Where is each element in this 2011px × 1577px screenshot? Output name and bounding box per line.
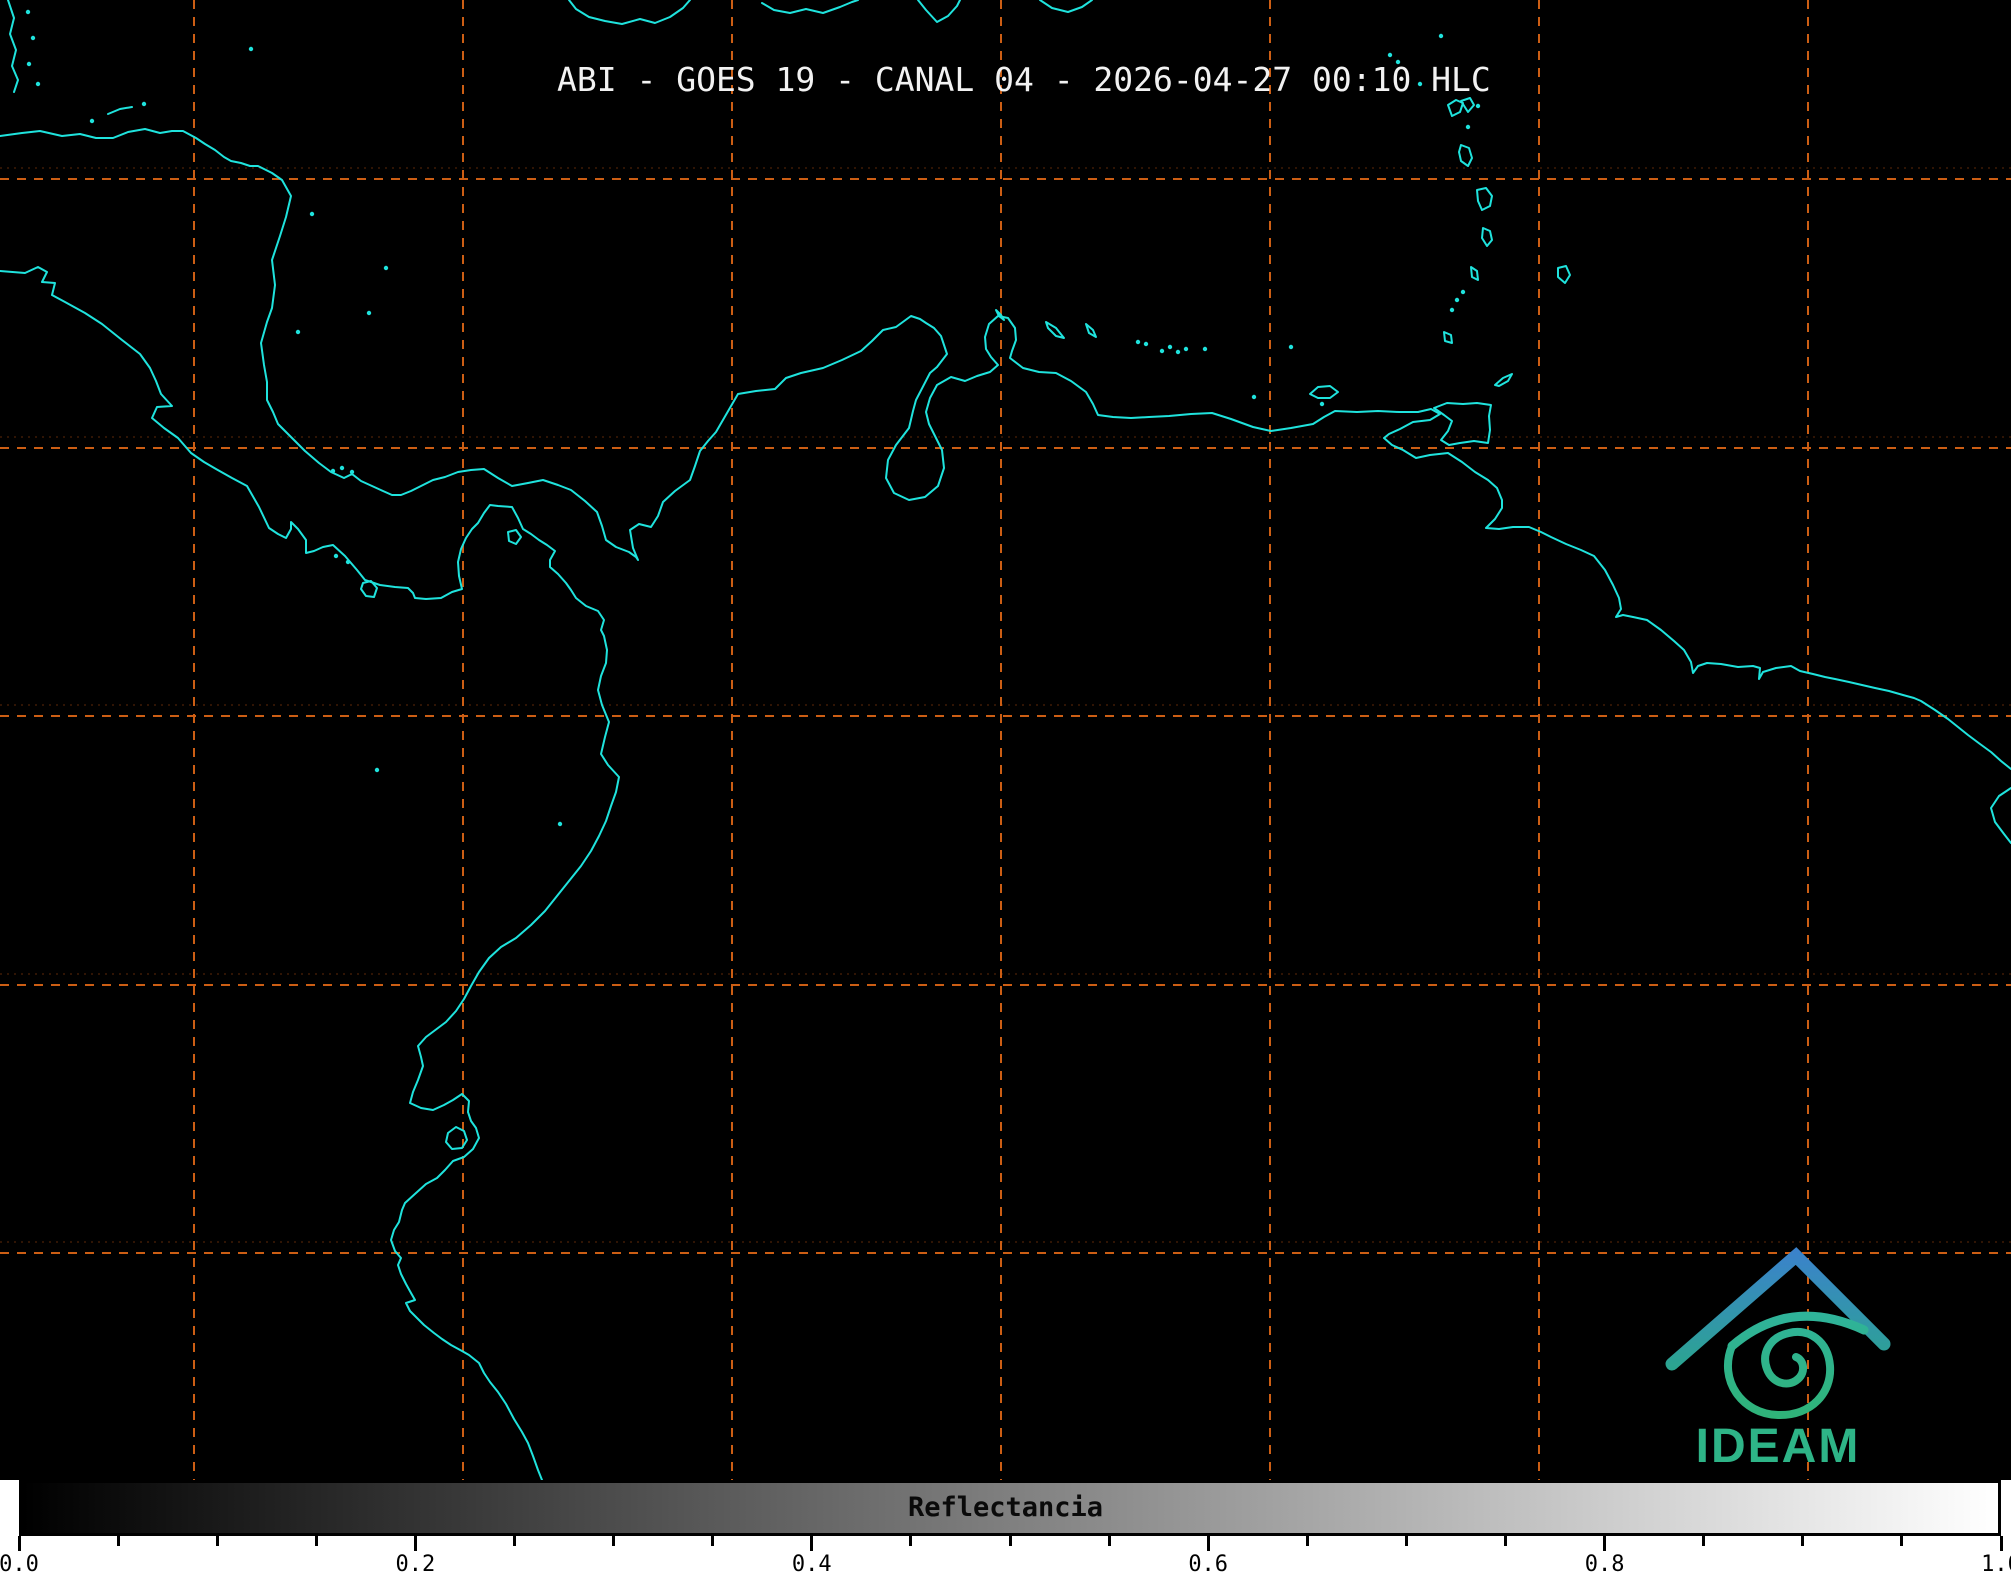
logo-swirl-icon — [1723, 1327, 1835, 1420]
island-dot — [1135, 339, 1141, 345]
coastline-path — [445, 1126, 468, 1150]
colorbar-tick — [17, 1536, 21, 1551]
coastline-path — [1460, 97, 1475, 113]
island-dot — [1143, 341, 1149, 347]
island-dot — [333, 553, 339, 559]
colorbar-label: Reflectancia — [907, 1492, 1104, 1523]
island-dot — [1387, 52, 1393, 58]
colorbar-tick — [711, 1536, 715, 1546]
colorbar-tick — [215, 1536, 219, 1546]
colorbar-tick — [116, 1536, 120, 1546]
island-dot — [1183, 346, 1189, 352]
colorbar-tick — [1305, 1536, 1309, 1546]
colorbar-tick-label: 0.0 — [0, 1552, 39, 1577]
island-dot — [345, 559, 351, 565]
colorbar-tick — [1603, 1536, 1607, 1551]
island-dot — [349, 469, 355, 475]
colorbar-tick — [1504, 1536, 1507, 1546]
coastline-path — [568, 0, 691, 25]
coastline-path — [107, 106, 133, 115]
satellite-map: ABI - GOES 19 - CANAL 04 - 2026-04-27 00… — [0, 0, 2011, 1480]
colorbar-tick-label: 0.8 — [1584, 1552, 1625, 1577]
island-dot — [1475, 103, 1481, 109]
coastline-path — [1045, 321, 1065, 339]
island-dot — [1175, 349, 1181, 355]
island-dot — [1202, 346, 1208, 352]
colorbar-tick — [1404, 1536, 1408, 1546]
island-dot — [248, 46, 254, 52]
coastline-path — [1039, 0, 1093, 13]
coastline-path — [1557, 265, 1571, 284]
coastline-path — [1085, 323, 1097, 338]
coastline-path — [7, 0, 19, 93]
colorbar-tick — [413, 1536, 417, 1551]
coastline-path — [507, 529, 522, 545]
island-dot — [1454, 297, 1460, 303]
colorbar-tick — [810, 1536, 814, 1551]
island-dot — [374, 767, 380, 773]
coastline-path — [1481, 227, 1493, 247]
island-dot — [141, 101, 147, 107]
colorbar-tick — [1999, 1536, 2003, 1551]
island-dot — [1251, 394, 1257, 400]
island-dot — [1465, 124, 1471, 130]
island-dot — [1460, 289, 1466, 295]
island-dot — [339, 465, 345, 471]
island-dot — [25, 9, 31, 15]
colorbar-tick-label: 1.0 — [1981, 1552, 2011, 1577]
colorbar-tick — [513, 1536, 516, 1546]
colorbar-tick — [1008, 1536, 1012, 1546]
image-title: ABI - GOES 19 - CANAL 04 - 2026-04-27 00… — [557, 60, 1491, 99]
colorbar-area: Reflectancia 0.0 0.2 0.4 0.6 0.8 1.0 — [0, 1480, 2011, 1577]
coastline-path — [1309, 385, 1339, 399]
island-dot — [330, 468, 336, 474]
island-dot — [1159, 348, 1165, 354]
coastline-path — [917, 0, 961, 23]
colorbar-tick-label: 0.6 — [1188, 1552, 1229, 1577]
colorbar-tick — [612, 1536, 616, 1546]
island-dot — [1449, 307, 1455, 313]
coastline-path — [761, 0, 859, 14]
colorbar-tick-label: 0.4 — [791, 1552, 832, 1577]
colorbar-tick — [1107, 1536, 1111, 1546]
island-dot — [1167, 344, 1173, 350]
coastline-path — [1470, 266, 1479, 281]
logo-text: IDEAM — [1696, 1420, 1861, 1473]
colorbar-tick — [314, 1536, 318, 1546]
ideam-logo: IDEAM — [1665, 1247, 1891, 1473]
island-dot — [1288, 344, 1294, 350]
island-dot — [383, 265, 389, 271]
coastline-path — [1476, 187, 1493, 211]
island-dot — [1438, 33, 1444, 39]
island-dot — [26, 61, 32, 67]
satellite-image-viewer: ABI - GOES 19 - CANAL 04 - 2026-04-27 00… — [0, 0, 2011, 1577]
coastline-path — [1433, 402, 1492, 446]
coastline-path — [1990, 787, 2011, 844]
island-dot — [309, 211, 315, 217]
coastline-path — [1458, 144, 1473, 167]
colorbar-tick — [1900, 1536, 1904, 1546]
island-dot — [557, 821, 563, 827]
island-dot — [89, 118, 95, 124]
island-dot — [295, 329, 301, 335]
colorbar-tick — [909, 1536, 913, 1546]
colorbar-tick-label: 0.2 — [395, 1552, 436, 1577]
colorbar-tick — [1801, 1536, 1805, 1546]
coastline-path — [1443, 331, 1453, 344]
island-dot — [30, 35, 36, 41]
island-dot — [35, 81, 41, 87]
logo-mountain-icon — [1665, 1247, 1891, 1371]
colorbar-tick — [1206, 1536, 1210, 1551]
colorbar-tick — [1702, 1536, 1706, 1546]
island-dot — [1319, 401, 1325, 407]
island-dot — [366, 310, 372, 316]
coastline-path — [1494, 373, 1513, 387]
